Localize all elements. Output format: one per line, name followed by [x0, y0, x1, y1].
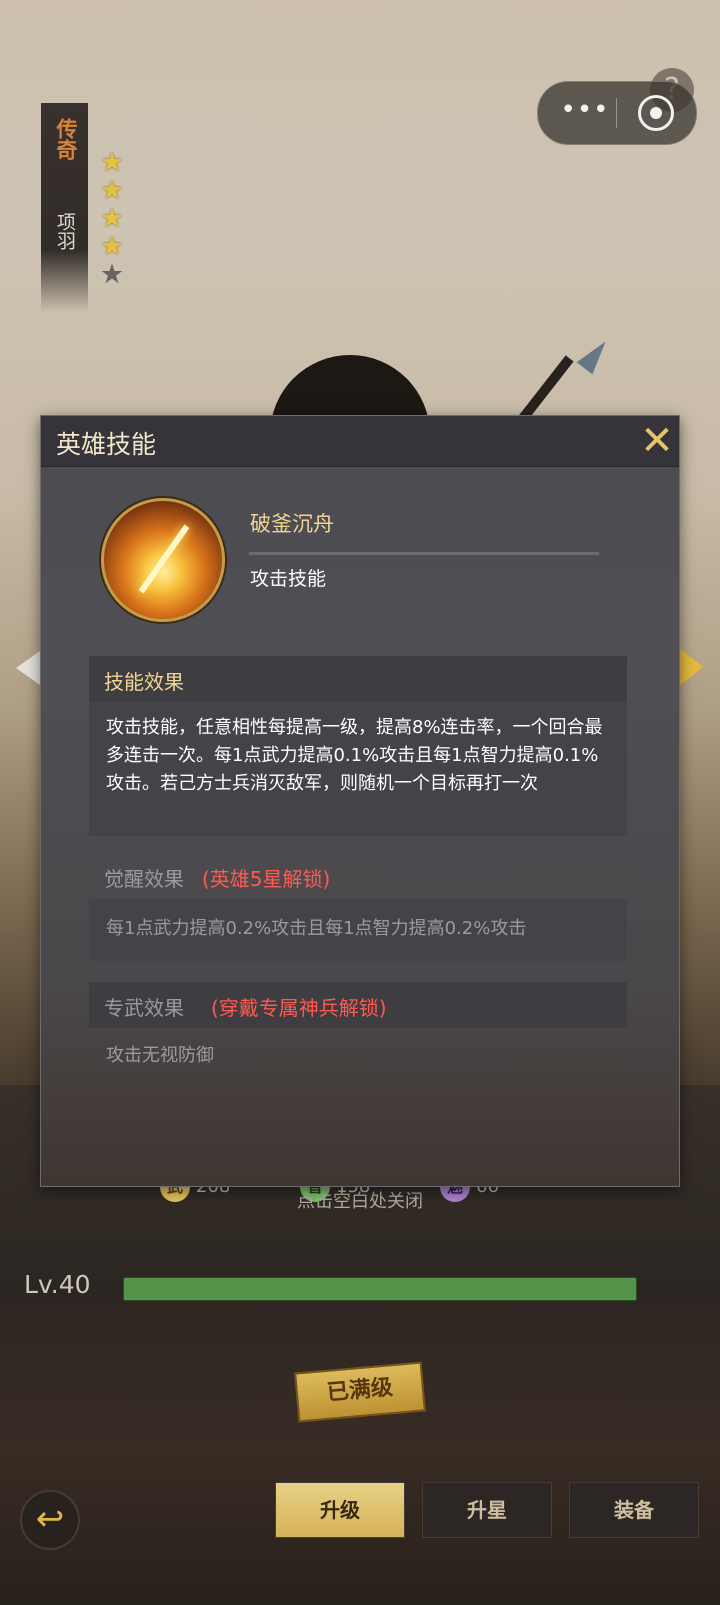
awaken-label: 觉醒效果: [104, 867, 184, 891]
exclusive-label: 专武效果: [104, 996, 184, 1020]
awaken-text: 每1点武力提高0.2%攻击且每1点智力提高0.2%攻击: [106, 918, 527, 939]
exclusive-lock-text: (穿戴专属神兵解锁): [211, 996, 387, 1020]
effect-text: 攻击技能，任意相性每提高一级，提高8%连击率，一个回合最多连击一次。每1点武力提…: [106, 717, 603, 794]
awaken-lock-text: (英雄5星解锁): [202, 867, 331, 891]
modal-header: 英雄技能 ✕: [41, 416, 679, 467]
skill-type: 攻击技能: [250, 568, 327, 590]
exclusive-text: 攻击无视防御: [106, 1045, 214, 1066]
effect-section-header: 技能效果: [89, 656, 627, 702]
hero-skill-modal: 英雄技能 ✕ 破釜沉舟 攻击技能 技能效果 攻击技能，任意相性每提高一级，提高8…: [40, 415, 680, 1187]
exclusive-section-header: 专武效果 (穿戴专属神兵解锁): [89, 982, 627, 1028]
awaken-section-body: 每1点武力提高0.2%攻击且每1点智力提高0.2%攻击: [89, 899, 627, 961]
awaken-section-header: 觉醒效果 (英雄5星解锁): [89, 853, 627, 899]
skill-divider: [249, 552, 599, 555]
effect-section-body: 攻击技能，任意相性每提高一级，提高8%连击率，一个回合最多连击一次。每1点武力提…: [89, 702, 627, 836]
close-icon[interactable]: ✕: [637, 418, 677, 464]
exclusive-section-body: 攻击无视防御: [89, 1028, 627, 1088]
skill-name: 破釜沉舟: [250, 512, 334, 536]
skill-icon: [101, 498, 225, 622]
effect-label: 技能效果: [104, 670, 184, 694]
modal-title: 英雄技能: [56, 430, 157, 459]
